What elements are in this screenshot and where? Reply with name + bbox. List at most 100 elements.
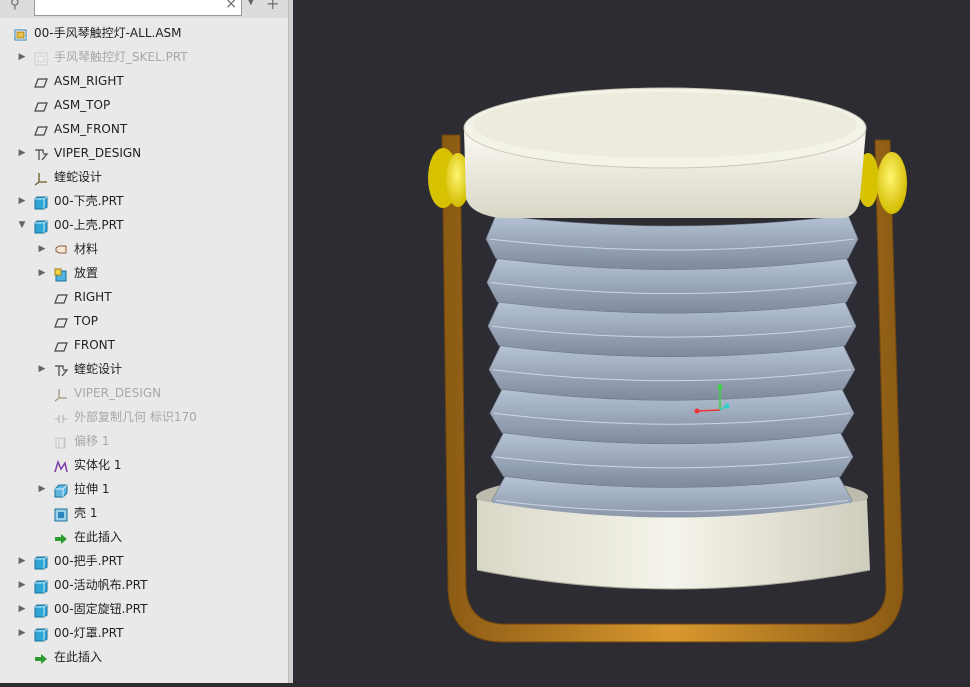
expand-arrow-right-icon[interactable]: ▶ bbox=[37, 477, 47, 501]
tree-item[interactable]: ▶ 00-灯罩.PRT bbox=[0, 621, 288, 645]
tree-item[interactable]: ASM_FRONT bbox=[0, 117, 288, 141]
tree-item-label: 偏移 1 bbox=[74, 434, 110, 448]
search-input[interactable]: × bbox=[34, 0, 242, 16]
tree-item-label: 放置 bbox=[74, 266, 99, 280]
tree-item-label: RIGHT bbox=[74, 290, 112, 304]
expand-arrow-right-icon[interactable]: ▶ bbox=[17, 573, 27, 597]
tree-item[interactable]: ▶ 蝰蛇设计 bbox=[0, 357, 288, 381]
tree-item[interactable]: 偏移 1 bbox=[0, 429, 288, 453]
skeleton-part-icon bbox=[34, 50, 48, 66]
offset-icon bbox=[54, 434, 68, 449]
tree-item[interactable]: ▶ 拉伸 1 bbox=[0, 477, 288, 501]
tree-item-label: ASM_FRONT bbox=[54, 122, 128, 136]
clear-search-icon[interactable]: × bbox=[225, 0, 237, 13]
top-cap bbox=[463, 87, 867, 218]
tree-item-label: 00-把手.PRT bbox=[54, 554, 124, 568]
tree-item-label: 壳 1 bbox=[74, 506, 98, 520]
tree-item-label: 00-上壳.PRT bbox=[54, 218, 124, 232]
extrude-icon bbox=[54, 482, 68, 498]
part-icon bbox=[34, 626, 48, 642]
tree-item[interactable]: FRONT bbox=[0, 333, 288, 357]
tree-item[interactable]: 外部复制几何 标识170 bbox=[0, 405, 288, 429]
add-icon[interactable]: + bbox=[266, 0, 279, 13]
tree-item[interactable]: 在此插入 bbox=[0, 645, 288, 669]
tree-item[interactable]: TOP bbox=[0, 309, 288, 333]
tree-item-label: ASM_TOP bbox=[54, 98, 111, 112]
placement-icon bbox=[54, 266, 68, 282]
datum-plane-icon bbox=[54, 338, 68, 352]
expand-arrow-right-icon[interactable]: ▶ bbox=[17, 189, 27, 213]
expand-arrow-right-icon[interactable]: ▶ bbox=[37, 261, 47, 285]
tree-item[interactable]: ▶ 00-活动帆布.PRT bbox=[0, 573, 288, 597]
insert-here-arrow-icon bbox=[34, 650, 48, 664]
tree-item-label: 蝰蛇设计 bbox=[74, 362, 123, 376]
expand-arrow-down-icon[interactable]: ▼ bbox=[17, 213, 27, 237]
tree-item[interactable]: ▶ 材料 bbox=[0, 237, 288, 261]
tree-item-label: 00-固定旋钮.PRT bbox=[54, 602, 148, 616]
tree-item[interactable]: ▶ 00-固定旋钮.PRT bbox=[0, 597, 288, 621]
tree-item[interactable]: ASM_RIGHT bbox=[0, 69, 288, 93]
left-knob bbox=[428, 148, 470, 208]
design-feature-icon bbox=[34, 146, 49, 161]
material-icon bbox=[54, 242, 68, 256]
part-icon bbox=[34, 194, 48, 210]
graphics-viewport[interactable] bbox=[293, 0, 970, 683]
part-icon bbox=[34, 602, 48, 618]
expand-arrow-right-icon[interactable]: ▶ bbox=[17, 621, 27, 645]
expand-arrow-right-icon[interactable]: ▶ bbox=[37, 237, 47, 261]
tree-item[interactable]: ▶ 00-把手.PRT bbox=[0, 549, 288, 573]
tree-item[interactable]: ▶ 手风琴触控灯_SKEL.PRT bbox=[0, 45, 288, 69]
tree-item-label: 蝰蛇设计 bbox=[54, 170, 103, 184]
tree-item-label: 00-活动帆布.PRT bbox=[54, 578, 148, 592]
tree-item-label: 在此插入 bbox=[74, 530, 123, 544]
datum-plane-icon bbox=[54, 314, 68, 328]
datum-plane-icon bbox=[34, 74, 48, 88]
tree-item-label: 实体化 1 bbox=[74, 458, 122, 472]
tree-item[interactable]: ASM_TOP bbox=[0, 93, 288, 117]
external-copy-geometry-icon bbox=[54, 410, 68, 424]
part-icon bbox=[34, 218, 48, 234]
tree-item[interactable]: 00-手风琴触控灯-ALL.ASM bbox=[0, 21, 288, 45]
expand-arrow-right-icon[interactable]: ▶ bbox=[17, 45, 27, 69]
assembly-icon bbox=[14, 26, 28, 41]
tree-item-label: VIPER_DESIGN bbox=[74, 386, 162, 400]
tree-item-label: 00-下壳.PRT bbox=[54, 194, 124, 208]
tree-item-label: 00-手风琴触控灯-ALL.ASM bbox=[34, 26, 182, 40]
tree-item-label: 手风琴触控灯_SKEL.PRT bbox=[54, 50, 188, 64]
tree-item-label: 在此插入 bbox=[54, 650, 103, 664]
shell-icon bbox=[54, 506, 68, 522]
solidify-icon bbox=[54, 458, 68, 473]
tree-item-label: 拉伸 1 bbox=[74, 482, 110, 496]
tree-item[interactable]: ▶ 00-下壳.PRT bbox=[0, 189, 288, 213]
tree-item-label: 材料 bbox=[74, 242, 99, 256]
tree-item[interactable]: 蝰蛇设计 bbox=[0, 165, 288, 189]
tree-item[interactable]: ▶ 放置 bbox=[0, 261, 288, 285]
tree-item-label: 外部复制几何 标识170 bbox=[74, 410, 197, 424]
expand-arrow-right-icon[interactable]: ▶ bbox=[17, 141, 27, 165]
tree-item[interactable]: 在此插入 bbox=[0, 525, 288, 549]
datum-plane-icon bbox=[54, 290, 68, 304]
tree-item[interactable]: VIPER_DESIGN bbox=[0, 381, 288, 405]
tree-item-label: ASM_RIGHT bbox=[54, 74, 124, 88]
tree-item-label: 00-灯罩.PRT bbox=[54, 626, 124, 640]
tree-item[interactable]: ▼ 00-上壳.PRT bbox=[0, 213, 288, 237]
model-3d-view bbox=[428, 87, 907, 643]
expand-arrow-right-icon[interactable]: ▶ bbox=[17, 549, 27, 573]
part-icon bbox=[34, 554, 48, 570]
bellows-fold bbox=[485, 214, 859, 270]
expand-arrow-right-icon[interactable]: ▶ bbox=[37, 357, 47, 381]
model-tree-panel: ⚲ × ▼ + 00-手风琴触控灯-ALL.ASM ▶ 手风琴触控灯_SKEL.PR… bbox=[0, 0, 288, 683]
datum-plane-icon bbox=[34, 98, 48, 112]
insert-here-arrow-icon bbox=[54, 530, 68, 544]
chevron-down-icon[interactable]: ▼ bbox=[247, 0, 255, 7]
expand-arrow-right-icon[interactable]: ▶ bbox=[17, 597, 27, 621]
bellows bbox=[485, 214, 859, 532]
filter-icon[interactable]: ⚲ bbox=[10, 0, 26, 13]
part-icon bbox=[34, 578, 48, 594]
tree-item[interactable]: 壳 1 bbox=[0, 501, 288, 525]
tree-item[interactable]: ▶ VIPER_DESIGN bbox=[0, 141, 288, 165]
tree-item[interactable]: 实体化 1 bbox=[0, 453, 288, 477]
design-feature-icon bbox=[54, 362, 69, 377]
tree-item[interactable]: RIGHT bbox=[0, 285, 288, 309]
tree-item-label: VIPER_DESIGN bbox=[54, 146, 142, 160]
